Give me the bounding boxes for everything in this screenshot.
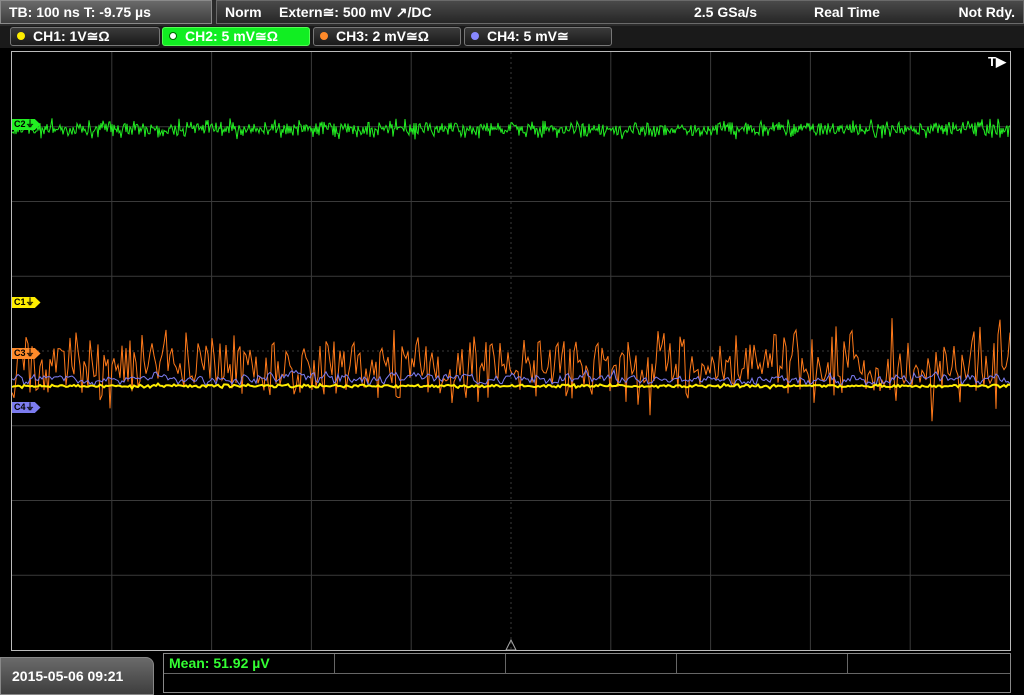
tab-ch3[interactable]: CH3: 2 mV≅Ω [313,27,461,46]
trigger-status: Not Rdy. [958,4,1015,20]
measurement-divider [164,673,1010,674]
tab-ch3-label: CH3: 2 mV≅Ω [336,28,429,44]
tab-ch1[interactable]: CH1: 1V≅Ω [10,27,160,46]
channel-tab-bar: CH1: 1V≅Ω CH2: 5 mV≅Ω CH3: 2 mV≅Ω CH4: 5… [0,26,1024,48]
tab-ch4-label: CH4: 5 mV≅ [487,28,569,44]
tab-ch2-label: CH2: 5 mV≅Ω [185,28,278,44]
waveform-display[interactable]: T▶ C2⏚ C1⏚ C3⏚ C4⏚ [11,51,1011,651]
measurement-cell[interactable] [335,654,506,673]
top-status-bar: TB: 100 ns T: -9.75 µs Norm Extern≅: 500… [0,0,1024,26]
acquisition-mode[interactable]: Real Time [814,1,880,23]
tab-ch1-label: CH1: 1V≅Ω [33,28,110,44]
trigger-position-marker[interactable]: T▶ [988,54,1006,70]
trigger-mode[interactable]: Norm [225,1,262,23]
ch3-offset-marker[interactable]: C3⏚ [12,348,41,359]
ch3-color-icon [320,32,328,40]
tab-ch4[interactable]: CH4: 5 mV≅ [464,27,612,46]
measurement-cell[interactable] [677,654,848,673]
bottom-bar: 2015-05-06 09:21 Mean: 51.92 µV [0,651,1024,695]
ch4-color-icon [471,32,479,40]
mean-measurement: Mean: 51.92 µV [169,655,270,671]
ch1-color-icon [17,32,25,40]
measurement-panel[interactable]: Mean: 51.92 µV [163,653,1011,693]
acquisition-status-bar[interactable]: Norm Extern≅: 500 mV ↗/DC 2.5 GSa/s Real… [216,0,1024,24]
tab-ch2[interactable]: CH2: 5 mV≅Ω [162,27,310,46]
date-time: 2015-05-06 09:21 [0,657,154,695]
ch1-offset-marker[interactable]: C1⏚ [12,297,41,308]
measurement-cell[interactable] [506,654,677,673]
trigger-source[interactable]: Extern≅: 500 mV ↗/DC [279,1,432,23]
timebase-readout[interactable]: TB: 100 ns T: -9.75 µs [0,0,212,24]
ch2-color-icon [169,32,177,40]
waveform-plot[interactable] [12,52,1010,650]
ch2-offset-marker[interactable]: C2⏚ [12,119,41,130]
sample-rate[interactable]: 2.5 GSa/s [694,1,757,23]
ch4-offset-marker[interactable]: C4⏚ [12,402,41,413]
